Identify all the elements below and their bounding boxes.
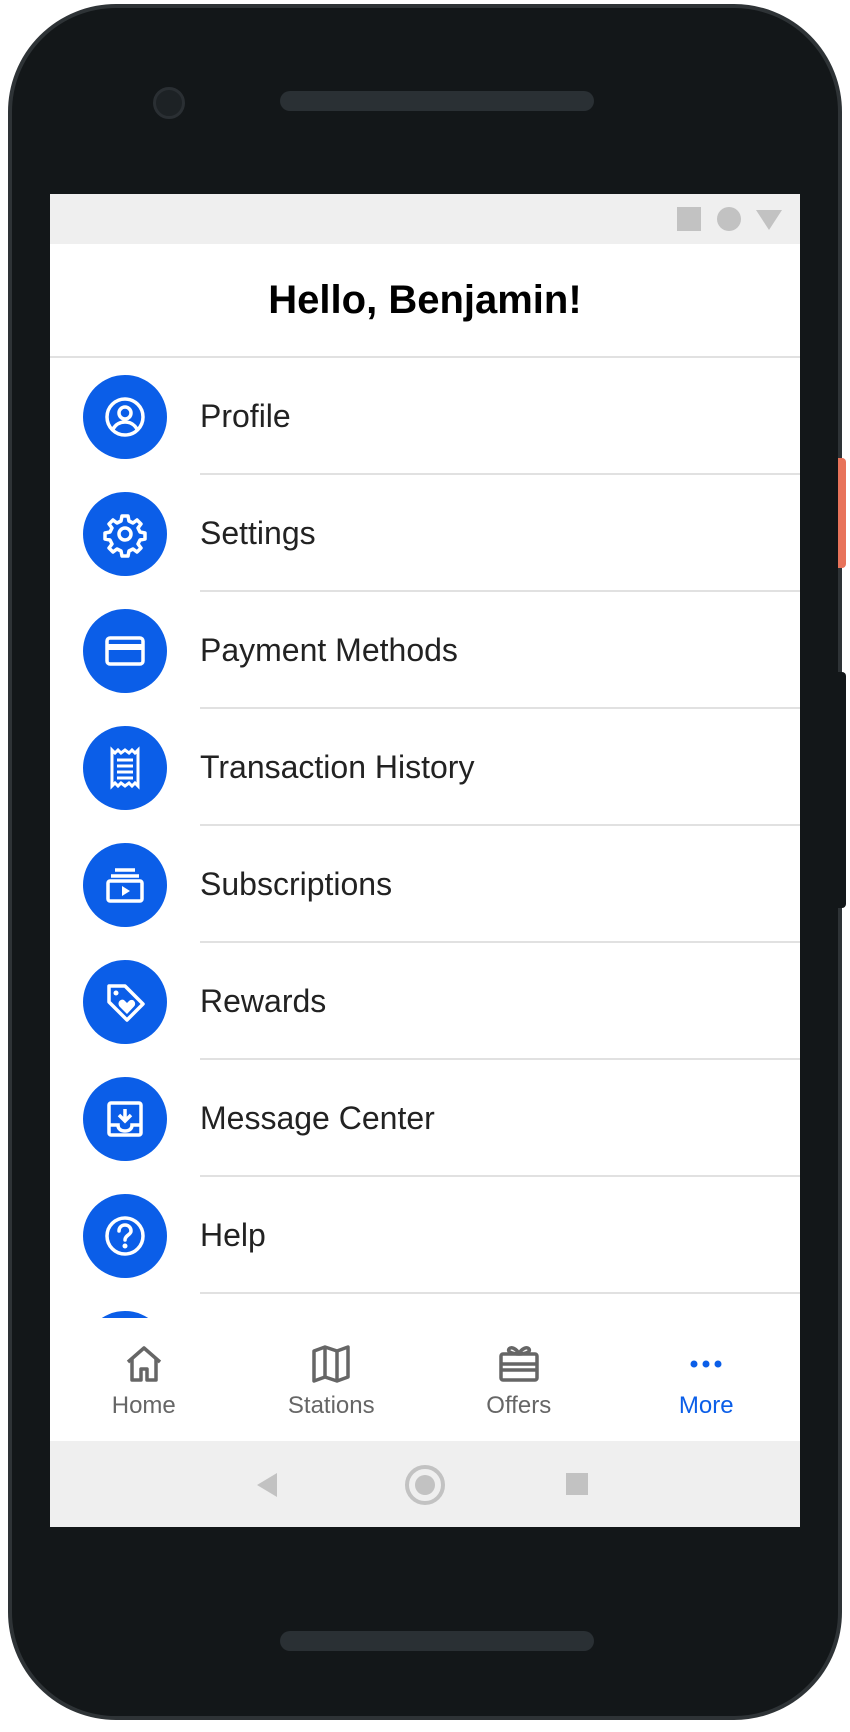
front-camera	[153, 87, 185, 119]
menu-item-icon	[83, 1311, 167, 1318]
status-bar	[50, 194, 800, 244]
menu-item-label: Settings	[200, 515, 316, 551]
menu-item-profile[interactable]: Profile	[50, 358, 800, 475]
menu-item-label: Help	[200, 1217, 266, 1253]
menu-item-payment-methods[interactable]: Payment Methods	[50, 592, 800, 709]
menu-item-help[interactable]: Help	[50, 1177, 800, 1294]
status-signal-icon	[756, 210, 782, 230]
nav-item-stations[interactable]: Stations	[238, 1324, 426, 1441]
screen: Hello, Benjamin! Profile Settings Paymen…	[50, 194, 800, 1527]
help-icon	[83, 1194, 167, 1278]
nav-label-offers: Offers	[486, 1392, 552, 1419]
recent-apps-icon[interactable]	[566, 1473, 588, 1495]
home-icon	[126, 1346, 161, 1382]
map-icon	[312, 1345, 350, 1383]
nav-label-more: More	[678, 1392, 734, 1419]
volume-button	[838, 672, 846, 908]
menu-item-subscriptions[interactable]: Subscriptions	[50, 826, 800, 943]
gift-card-icon	[499, 1346, 539, 1382]
menu-list[interactable]: Profile Settings Payment Methods Transac…	[50, 358, 800, 1318]
menu-item-message-center[interactable]: Message Center	[50, 1060, 800, 1177]
power-button	[838, 458, 846, 568]
nav-item-more[interactable]: More	[613, 1324, 801, 1441]
nav-item-home[interactable]: Home	[50, 1324, 238, 1441]
nav-label-home: Home	[111, 1392, 176, 1419]
menu-item-label: Profile	[200, 398, 291, 434]
page-title: Hello, Benjamin!	[268, 277, 582, 322]
nav-item-offers[interactable]: Offers	[425, 1324, 613, 1441]
receipt-icon	[83, 726, 167, 810]
home-circle-inner	[415, 1475, 435, 1495]
menu-item-label: Subscriptions	[200, 866, 393, 902]
status-square-icon	[677, 207, 701, 231]
more-dots-icon	[690, 1360, 722, 1368]
system-nav-bar	[50, 1441, 800, 1527]
home-circle-icon[interactable]	[405, 1465, 445, 1505]
menu-item-transaction-history[interactable]: Transaction History	[50, 709, 800, 826]
menu-item-settings[interactable]: Settings	[50, 475, 800, 592]
bottom-speaker	[280, 1631, 594, 1651]
earpiece-speaker	[280, 91, 594, 111]
back-icon[interactable]	[257, 1473, 277, 1497]
nav-label-stations: Stations	[287, 1392, 375, 1419]
credit-card-icon	[83, 609, 167, 693]
menu-item-label: Message Center	[200, 1100, 435, 1136]
tag-heart-icon	[83, 960, 167, 1044]
header: Hello, Benjamin!	[50, 244, 800, 358]
menu-item-label: Transaction History	[200, 749, 475, 785]
menu-item-label: Rewards	[200, 983, 327, 1019]
status-circle-icon	[717, 207, 741, 231]
menu-item-label: Payment Methods	[200, 632, 458, 668]
menu-item-rewards[interactable]: Rewards	[50, 943, 800, 1060]
inbox-download-icon	[83, 1077, 167, 1161]
profile-icon	[83, 375, 167, 459]
subscriptions-icon	[83, 843, 167, 927]
gear-icon	[83, 492, 167, 576]
bottom-nav: Home Stations Offers More	[50, 1324, 800, 1441]
menu-item-partial[interactable]	[50, 1294, 800, 1318]
